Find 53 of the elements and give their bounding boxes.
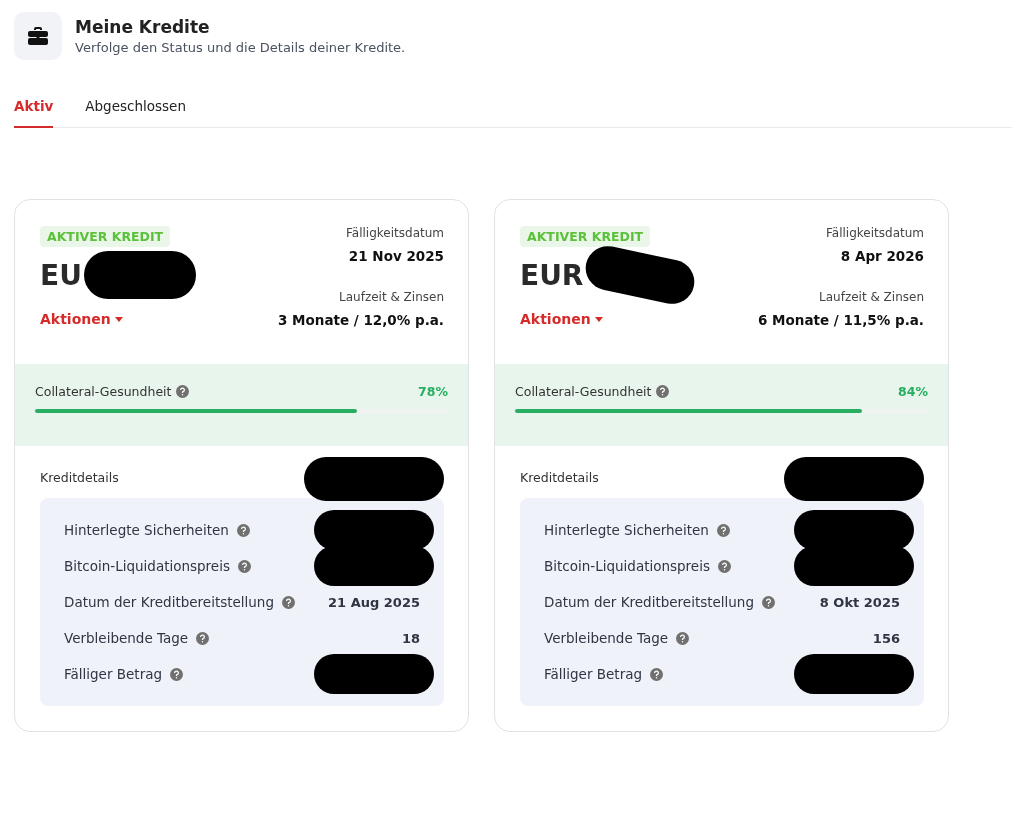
help-icon: [236, 523, 250, 537]
help-icon: [237, 559, 251, 573]
status-badge: AKTIVER KREDIT: [40, 226, 171, 247]
detail-label: Datum der Kreditbereitstellung: [64, 594, 274, 610]
detail-label: Fälliger Betrag: [544, 666, 643, 682]
help-icon: [196, 631, 210, 645]
details-title: Kreditdetails: [40, 469, 119, 485]
page-subtitle: Verfolge den Status und die Details deiner Kredite.: [75, 40, 406, 55]
detail-label: Bitcoin-Liquidationspreis: [544, 558, 710, 574]
detail-label: Hinterlegte Sicherheiten: [544, 522, 709, 538]
due-date: 8 Apr 2026: [840, 248, 924, 264]
help-icon: [716, 523, 730, 537]
detail-value: 18: [401, 630, 420, 646]
actions-dropdown[interactable]: Aktionen: [40, 311, 123, 327]
help-icon: [717, 559, 731, 573]
tab[interactable]: Abgeschlossen: [85, 96, 186, 128]
help-icon: [762, 595, 775, 609]
detail-value: 156: [872, 630, 900, 646]
health-percent: 78%: [418, 384, 448, 399]
detail-value: 21 Aug 2025: [328, 594, 420, 610]
detail-label: Fälliger Betrag: [64, 666, 163, 682]
briefcase-icon: [28, 27, 48, 45]
help-icon: [656, 385, 670, 398]
caret-icon: [594, 316, 603, 322]
detail-label: Hinterlegte Sicherheiten: [64, 522, 229, 538]
help-icon: [176, 385, 190, 398]
details-title: Kreditdetails: [520, 469, 599, 485]
status-badge: AKTIVER KREDIT: [520, 226, 651, 247]
term-value: 6 Monate / 11,5% p.a.: [757, 312, 924, 328]
due-date-label: Fälligkeitsdatum: [346, 226, 444, 240]
detail-label: Verbleibende Tage: [64, 630, 189, 646]
loan-amount: EUR: [520, 258, 584, 292]
health-label: Collateral-Gesundheit: [35, 384, 172, 399]
tab[interactable]: Aktiv: [14, 96, 54, 128]
help-icon: [676, 631, 690, 645]
detail-value: 8 Okt 2025: [819, 594, 900, 610]
caret-icon: [114, 316, 123, 322]
term-value: 3 Monate / 12,0% p.a.: [277, 312, 444, 328]
page-title: Meine Kredite: [75, 17, 211, 37]
detail-label: Bitcoin-Liquidationspreis: [64, 558, 230, 574]
loan-amount: EU: [40, 258, 82, 292]
term-label: Laufzeit & Zinsen: [339, 290, 444, 304]
term-label: Laufzeit & Zinsen: [819, 290, 924, 304]
help-icon: [170, 667, 184, 681]
health-label: Collateral-Gesundheit: [515, 384, 652, 399]
help-icon: [282, 595, 295, 609]
actions-dropdown[interactable]: Aktionen: [520, 311, 603, 327]
help-icon: [650, 667, 664, 681]
due-date-label: Fälligkeitsdatum: [826, 226, 924, 240]
due-date: 21 Nov 2025: [348, 248, 444, 264]
detail-label: Datum der Kreditbereitstellung: [544, 594, 754, 610]
health-percent: 84%: [898, 384, 928, 399]
detail-label: Verbleibende Tage: [544, 630, 669, 646]
